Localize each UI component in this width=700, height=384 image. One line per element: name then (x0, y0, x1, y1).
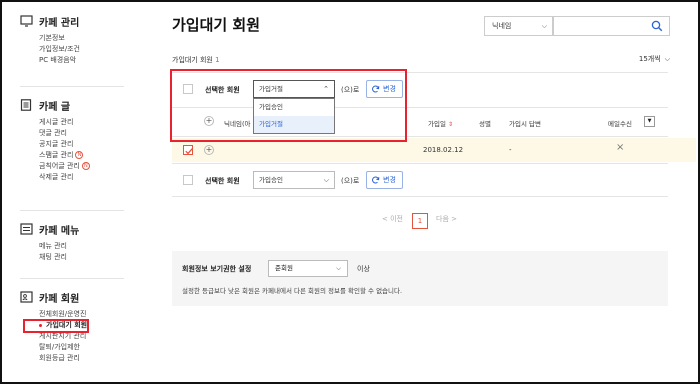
search-icon[interactable] (651, 20, 663, 32)
main-content: 가입대기 회원 닉네임 ⌵ 가입대기 회원 1 15개씩 ⌵ (156, 2, 696, 382)
check-icon (185, 148, 193, 155)
grade-select[interactable]: 준회원 ⌵ (268, 260, 348, 277)
list-subtitle: 가입대기 회원 1 (172, 56, 220, 64)
select-all-checkbox-bottom[interactable] (183, 175, 193, 185)
sidebar-section-title: 카페 글 (39, 101, 71, 113)
search-scope-select[interactable]: 닉네임 ⌵ (484, 16, 554, 36)
sidebar-section-title: 카페 관리 (39, 17, 80, 29)
menu-list-icon (20, 223, 33, 235)
member-card-icon (20, 291, 33, 303)
sidebar-item-spam[interactable]: 스팸글 관리 N (39, 150, 124, 161)
column-gender: 성별 (479, 120, 491, 128)
sidebar-divider (20, 210, 124, 211)
refresh-icon (372, 176, 380, 184)
sidebar-item-banned-words[interactable]: 금칙어글 관리 N (39, 161, 124, 172)
sidebar-item-member-grades[interactable]: 회원등급 관리 (39, 353, 124, 364)
row-join-answer: - (509, 146, 512, 154)
pagination-current-page[interactable]: 1 (412, 213, 428, 229)
chevron-down-icon: ⌵ (541, 22, 547, 30)
row-join-date: 2018.02.12 (423, 146, 464, 154)
row-checkbox[interactable] (183, 145, 193, 155)
sidebar-section-title: 카페 메뉴 (39, 225, 80, 237)
change-button-bottom[interactable]: 변경 (366, 171, 403, 189)
sidebar-item-notices[interactable]: 공지글 관리 (39, 139, 124, 150)
selected-members-label: 선택한 회원 (205, 177, 240, 185)
sidebar-section-title: 카페 회원 (39, 293, 80, 305)
sidebar-item-pc-music[interactable]: PC 배경음악 (39, 55, 124, 66)
table-divider (172, 163, 668, 164)
status-dropdown-menu: 가입승인 가입거절 (253, 98, 335, 134)
dropdown-option-approve[interactable]: 가입승인 (254, 99, 334, 116)
mail-receive-no-icon: × (616, 142, 625, 153)
monitor-icon (20, 15, 33, 27)
search-input[interactable] (552, 16, 670, 36)
status-dropdown-bottom[interactable]: 가입승인 ⌵ (253, 171, 335, 189)
pagination-next[interactable]: 다음 > (436, 214, 457, 224)
view-permission-label: 회원정보 보기권한 설정 (182, 265, 252, 273)
sidebar-section-cafe-manage: 카페 관리 기본정보 가입정보/조건 PC 배경음악 (20, 14, 124, 66)
active-item-highlight (23, 319, 89, 333)
row-expand-icon[interactable]: + (204, 145, 214, 155)
chevron-down-icon: ⌵ (323, 176, 329, 184)
column-mail-receive: 메일수신 (608, 120, 632, 128)
page-title: 가입대기 회원 (172, 16, 261, 34)
sidebar-item-withdraw-restrict[interactable]: 탈퇴/가입제한 (39, 342, 124, 353)
sidebar-item-join-info[interactable]: 가입정보/조건 (39, 44, 124, 55)
view-permission-description: 설정한 등급보다 낮은 회원은 카페내에서 다른 회원의 정보를 확인할 수 없… (182, 287, 403, 295)
dropdown-option-reject[interactable]: 가입거절 (254, 116, 334, 133)
dropdown-suffix: (으)로 (341, 177, 360, 185)
sidebar-section-cafe-posts: 카페 글 게시글 관리 댓글 관리 공지글 관리 스팸글 관리 N 금칙어글 관리… (20, 98, 124, 183)
chevron-down-icon: ⌵ (336, 264, 341, 272)
per-page-select[interactable]: 15개씩 ⌵ (639, 54, 670, 64)
column-join-answer: 가입시 답변 (509, 120, 541, 128)
sidebar-item-chat-manage[interactable]: 채팅 관리 (39, 252, 124, 263)
grade-suffix: 이상 (357, 265, 370, 273)
mail-filter-dropdown[interactable]: ▼ (644, 116, 655, 127)
sidebar-section-cafe-menu: 카페 메뉴 메뉴 관리 채팅 관리 (20, 222, 124, 263)
sidebar-item-posts[interactable]: 게시글 관리 (39, 117, 124, 128)
view-permission-panel: 회원정보 보기권한 설정 준회원 ⌵ 이상 설정한 등급보다 낮은 회원은 카페… (172, 251, 668, 306)
new-badge: N (75, 151, 84, 159)
sidebar-divider (20, 278, 124, 279)
document-icon (20, 99, 32, 111)
table-divider (172, 196, 668, 197)
sidebar: 카페 관리 기본정보 가입정보/조건 PC 배경음악 카페 글 게시글 관리 댓… (2, 2, 132, 382)
sort-icon: ⇕ (448, 121, 454, 128)
chevron-down-icon: ⌵ (664, 55, 670, 63)
sidebar-item-menu-manage[interactable]: 메뉴 관리 (39, 241, 124, 252)
sidebar-item-comments[interactable]: 댓글 관리 (39, 128, 124, 139)
new-badge: N (81, 162, 90, 170)
sidebar-divider (20, 86, 124, 87)
member-count: 1 (215, 56, 220, 64)
column-join-date[interactable]: 가입일 ⇕ (428, 118, 453, 128)
sidebar-item-basic-info[interactable]: 기본정보 (39, 33, 124, 44)
sidebar-item-deleted[interactable]: 삭제글 관리 (39, 172, 124, 183)
pagination-prev[interactable]: < 이전 (382, 214, 403, 224)
